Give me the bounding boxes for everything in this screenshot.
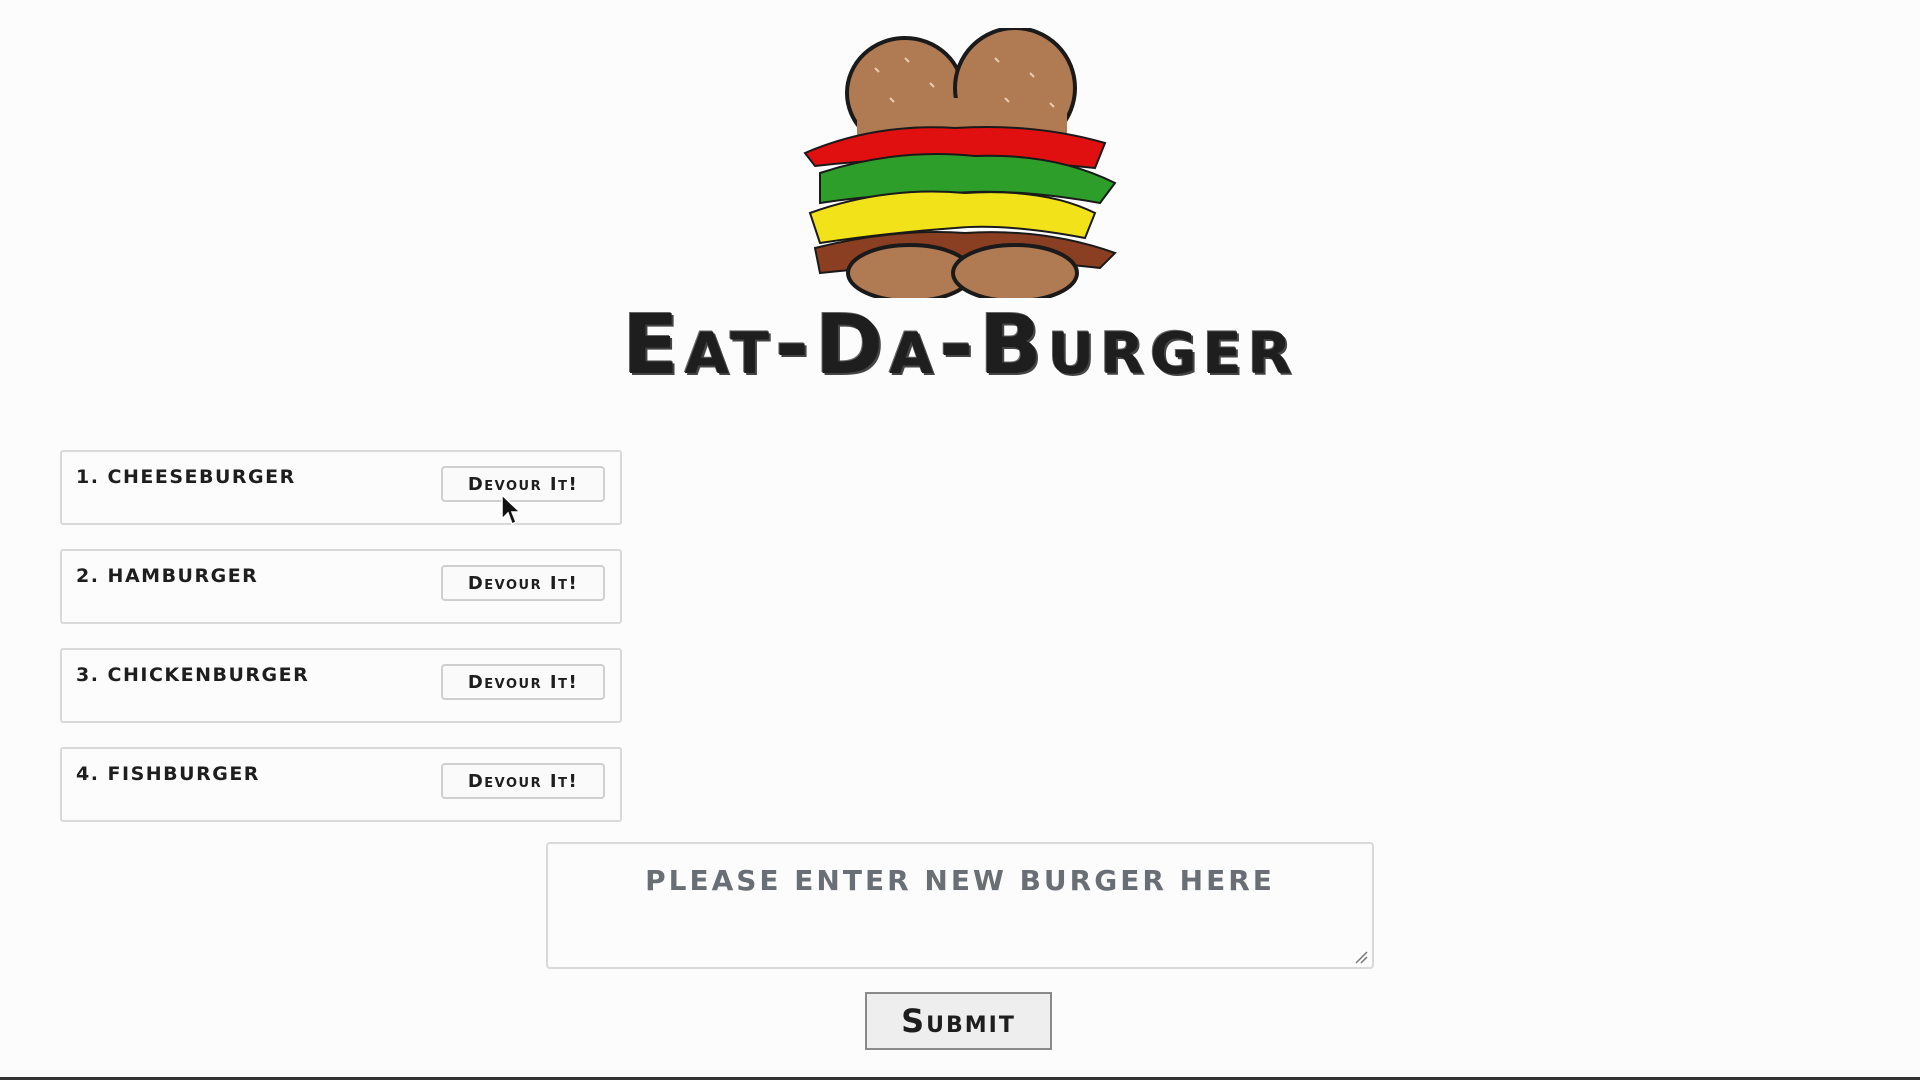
page: Eat-Da-Burger 1. Cheeseburger Devour It!… xyxy=(0,0,1920,1080)
burger-name: 2. Hamburger xyxy=(76,565,259,587)
devour-button[interactable]: Devour It! xyxy=(441,664,605,700)
list-item: 2. Hamburger Devour It! xyxy=(60,549,622,624)
list-item: 1. Cheeseburger Devour It! xyxy=(60,450,622,525)
list-item: 3. Chickenburger Devour It! xyxy=(60,648,622,723)
devour-button[interactable]: Devour It! xyxy=(441,763,605,799)
submit-button[interactable]: Submit xyxy=(865,992,1052,1050)
list-item: 4. Fishburger Devour It! xyxy=(60,747,622,822)
burger-name: 3. Chickenburger xyxy=(76,664,310,686)
burger-name: 4. Fishburger xyxy=(76,763,260,785)
burger-list: 1. Cheeseburger Devour It! 2. Hamburger … xyxy=(60,450,622,846)
resize-grip-icon[interactable] xyxy=(1354,950,1368,964)
mouse-cursor-icon xyxy=(501,493,522,526)
burger-logo-icon xyxy=(803,28,1117,298)
devour-button[interactable]: Devour It! xyxy=(441,466,605,502)
burger-name: 1. Cheeseburger xyxy=(76,466,296,488)
page-title: Eat-Da-Burger xyxy=(622,298,1298,393)
new-burger-input[interactable] xyxy=(546,842,1374,969)
devour-button[interactable]: Devour It! xyxy=(441,565,605,601)
